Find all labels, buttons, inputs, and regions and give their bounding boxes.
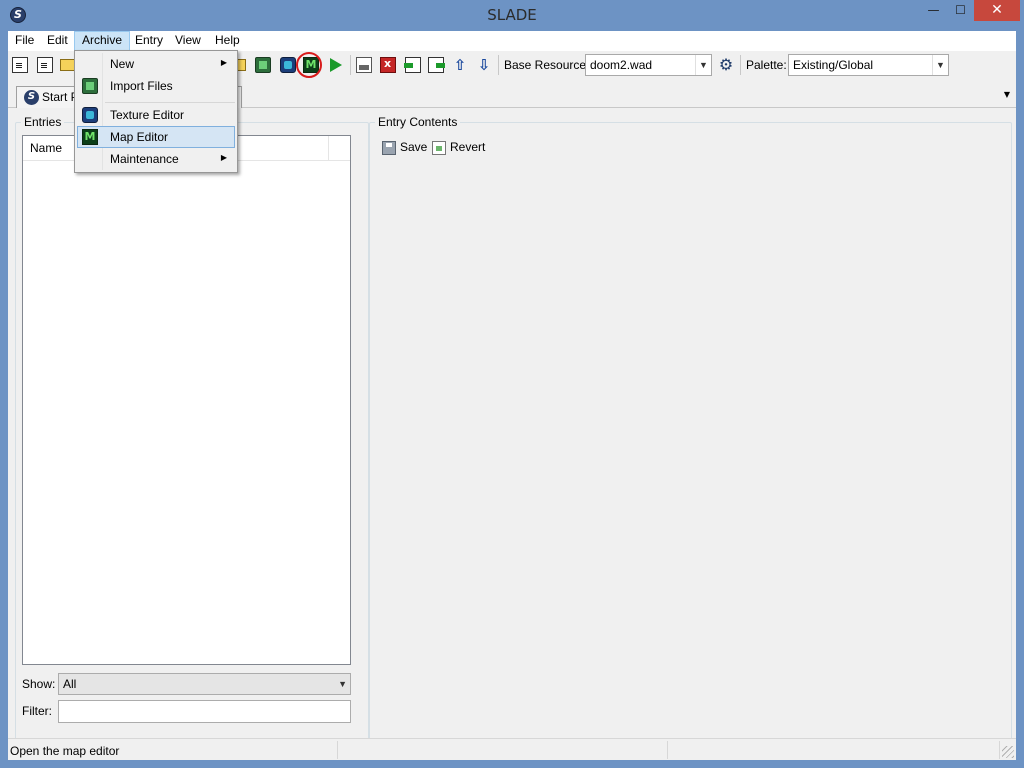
status-cell — [668, 741, 1000, 759]
entries-list[interactable]: Name — [22, 135, 351, 665]
menu-entry[interactable]: Entry — [128, 31, 170, 51]
map-editor-icon: M — [82, 129, 98, 145]
menu-edit[interactable]: Edit — [40, 31, 75, 51]
submenu-arrow-icon: ▶ — [220, 153, 227, 162]
show-filter-value: All — [63, 677, 77, 691]
menu-item-label: Import Files — [110, 79, 173, 93]
toolbar-separator — [350, 55, 351, 75]
run-icon[interactable] — [330, 58, 342, 72]
menu-file[interactable]: File — [8, 31, 41, 51]
minimize-button[interactable]: — — [920, 0, 947, 21]
entries-panel-title: Entries — [21, 115, 65, 129]
status-cell — [338, 741, 668, 759]
title-bar[interactable]: S SLADE — ☐ ✕ — [0, 0, 1024, 31]
app-window: S SLADE — ☐ ✕ File Edit Archive Entry Vi… — [0, 0, 1024, 768]
close-button[interactable]: ✕ — [974, 0, 1020, 21]
menu-view[interactable]: View — [168, 31, 208, 51]
entry-contents-panel: Entry Contents — [369, 115, 1012, 760]
menu-bar: File Edit Archive Entry View Help — [8, 31, 1016, 51]
base-resource-value: doom2.wad — [590, 58, 653, 72]
menu-item-texture-editor[interactable]: Texture Editor — [77, 104, 235, 126]
show-filter-select[interactable]: All ▼ — [58, 673, 351, 695]
move-down-icon[interactable]: ⇩ — [476, 57, 492, 73]
show-label: Show: — [22, 677, 56, 691]
revert-button-label: Revert — [450, 140, 486, 154]
filter-input[interactable] — [58, 700, 351, 723]
move-up-icon[interactable]: ⇧ — [452, 57, 468, 73]
maximize-button[interactable]: ☐ — [947, 0, 974, 21]
menu-item-label: New — [110, 57, 135, 71]
resize-grip[interactable] — [1002, 746, 1014, 758]
archive-dropdown-menu: New ▶ Import Files Texture Editor M Map … — [74, 50, 238, 173]
slade-logo-icon: S — [24, 90, 39, 105]
menu-item-label: Maintenance — [110, 152, 179, 166]
import-entry-icon[interactable] — [404, 57, 421, 73]
menu-archive[interactable]: Archive — [74, 31, 131, 51]
export-entry-icon[interactable] — [428, 57, 445, 73]
column-divider[interactable] — [328, 136, 329, 160]
submenu-arrow-icon: ▶ — [220, 58, 227, 67]
chevron-down-icon: ▼ — [695, 55, 711, 75]
chevron-down-icon: ▼ — [338, 679, 347, 689]
window-title: SLADE — [487, 6, 537, 24]
gear-icon[interactable]: ⚙ — [718, 57, 734, 73]
palette-label: Palette: — [746, 58, 787, 72]
delete-entry-icon[interactable] — [380, 57, 396, 73]
filter-label: Filter: — [22, 704, 52, 718]
menu-item-import-files[interactable]: Import Files — [77, 75, 235, 97]
import-icon[interactable] — [255, 57, 271, 73]
palette-select[interactable]: Existing/Global ▼ — [788, 54, 949, 76]
status-text: Open the map editor — [10, 744, 120, 758]
highlight-circle — [296, 52, 322, 78]
new-archive-icon[interactable] — [12, 57, 28, 73]
tab-list-dropdown-icon[interactable]: ▼ — [1004, 90, 1010, 99]
menu-item-label: Texture Editor — [110, 108, 185, 122]
copy-entry-icon[interactable] — [356, 57, 372, 73]
menu-item-label: Map Editor — [110, 130, 169, 144]
base-resource-select[interactable]: doom2.wad ▼ — [585, 54, 712, 76]
import-icon — [82, 78, 98, 94]
base-resource-label: Base Resource: — [504, 58, 590, 72]
entry-contents-title: Entry Contents — [375, 115, 461, 129]
revert-icon — [432, 141, 446, 155]
menu-item-new[interactable]: New ▶ — [77, 53, 235, 75]
menu-item-maintenance[interactable]: Maintenance ▶ — [77, 148, 235, 170]
save-icon — [382, 141, 396, 155]
status-cell: Open the map editor — [8, 741, 338, 759]
save-button-label: Save — [400, 140, 428, 154]
menu-item-map-editor[interactable]: M Map Editor — [77, 126, 235, 148]
column-header-name[interactable]: Name — [30, 141, 62, 155]
new-zip-icon[interactable] — [37, 57, 53, 73]
palette-value: Existing/Global — [793, 58, 874, 72]
texture-editor-icon — [82, 107, 98, 123]
toolbar-separator — [740, 55, 741, 75]
menu-help[interactable]: Help — [208, 31, 247, 51]
texture-editor-icon[interactable] — [280, 57, 296, 73]
status-bar: Open the map editor — [8, 738, 1016, 760]
toolbar-separator — [498, 55, 499, 75]
menu-separator — [105, 102, 235, 103]
chevron-down-icon: ▼ — [932, 55, 948, 75]
